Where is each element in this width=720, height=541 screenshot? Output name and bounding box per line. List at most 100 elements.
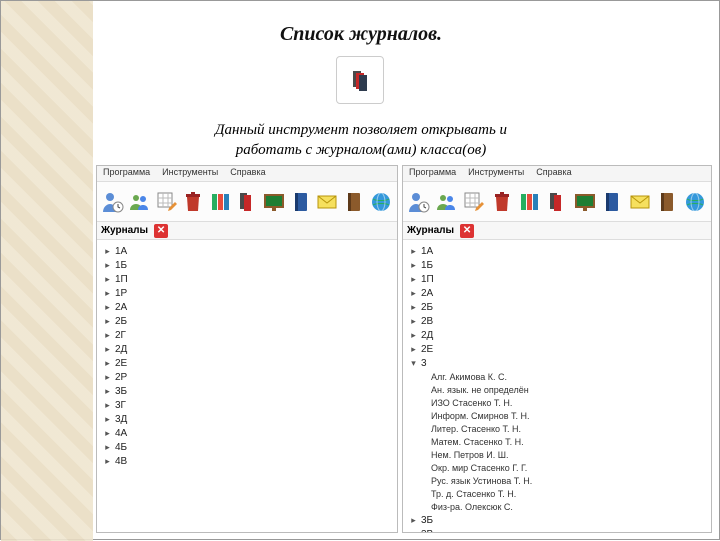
chevron-right-icon[interactable]: ▸ bbox=[103, 428, 112, 439]
chevron-right-icon[interactable]: ▸ bbox=[103, 456, 112, 467]
tree-node[interactable]: ▸3В bbox=[409, 527, 705, 532]
tree-leaf[interactable]: Ан. язык. не определён bbox=[431, 383, 705, 396]
journals-icon[interactable] bbox=[234, 187, 260, 217]
chevron-right-icon[interactable]: ▸ bbox=[409, 246, 418, 257]
tree-node[interactable]: ▸2В bbox=[409, 314, 705, 328]
tree-node[interactable]: ▸2Д bbox=[409, 328, 705, 342]
tree-node[interactable]: ▸1А bbox=[103, 244, 391, 258]
green-board-icon[interactable] bbox=[261, 187, 287, 217]
tree-leaf[interactable]: Матем. Стасенко Т. Н. bbox=[431, 435, 705, 448]
menu-program[interactable]: Программа bbox=[409, 167, 456, 180]
grid-pencil-icon[interactable] bbox=[154, 187, 180, 217]
chevron-right-icon[interactable]: ▸ bbox=[103, 414, 112, 425]
chevron-right-icon[interactable]: ▸ bbox=[103, 260, 112, 271]
chevron-right-icon[interactable]: ▸ bbox=[409, 274, 418, 285]
grid-pencil-icon[interactable] bbox=[461, 187, 488, 217]
tree-leaf[interactable]: Нем. Петров И. Ш. bbox=[431, 448, 705, 461]
chevron-right-icon[interactable]: ▸ bbox=[409, 344, 418, 355]
tree-node[interactable]: ▸1П bbox=[409, 272, 705, 286]
globe-icon[interactable] bbox=[681, 187, 708, 217]
chevron-right-icon[interactable]: ▸ bbox=[409, 260, 418, 271]
red-trash-icon[interactable] bbox=[489, 187, 516, 217]
menu-tools[interactable]: Инструменты bbox=[162, 167, 218, 180]
chevron-right-icon[interactable]: ▸ bbox=[103, 400, 112, 411]
close-icon[interactable]: ✕ bbox=[460, 224, 474, 238]
tree-node[interactable]: ▸2Е bbox=[103, 356, 391, 370]
close-icon[interactable]: ✕ bbox=[154, 224, 168, 238]
tree-node[interactable]: ▸2Д bbox=[103, 342, 391, 356]
books-icon[interactable] bbox=[516, 187, 543, 217]
chevron-right-icon[interactable]: ▸ bbox=[103, 442, 112, 453]
tree-node[interactable]: ▸3Г bbox=[103, 398, 391, 412]
tree-leaf[interactable]: Физ-ра. Олексюк С. bbox=[431, 500, 705, 513]
tree-node[interactable]: ▸2Б bbox=[409, 300, 705, 314]
red-trash-icon[interactable] bbox=[180, 187, 206, 217]
menu-help[interactable]: Справка bbox=[230, 167, 265, 180]
tree-node[interactable]: ▸2А bbox=[103, 300, 391, 314]
chevron-right-icon[interactable]: ▸ bbox=[103, 330, 112, 341]
tree-leaf[interactable]: Тр. д. Стасенко Т. Н. bbox=[431, 487, 705, 500]
menu-tools[interactable]: Инструменты bbox=[468, 167, 524, 180]
chevron-down-icon[interactable]: ▾ bbox=[409, 358, 418, 369]
chevron-right-icon[interactable]: ▸ bbox=[103, 316, 112, 327]
green-board-icon[interactable] bbox=[571, 187, 598, 217]
mail-icon[interactable] bbox=[626, 187, 653, 217]
brown-book-icon[interactable] bbox=[341, 187, 367, 217]
chevron-right-icon[interactable]: ▸ bbox=[409, 302, 418, 313]
tree-node[interactable]: ▸3Д bbox=[103, 412, 391, 426]
chevron-right-icon[interactable]: ▸ bbox=[409, 529, 418, 533]
tree-node-label: 2А bbox=[421, 288, 433, 299]
tree-leaf[interactable]: Литер. Стасенко Т. Н. bbox=[431, 422, 705, 435]
chevron-right-icon[interactable]: ▸ bbox=[103, 246, 112, 257]
tree-node[interactable]: ▸2Р bbox=[103, 370, 391, 384]
tree-node[interactable]: ▸4Б bbox=[103, 440, 391, 454]
tree-right[interactable]: ▸1А▸1Б▸1П▸2А▸2Б▸2В▸2Д▸2Е▾3Алг. Акимова К… bbox=[403, 240, 711, 532]
tree-node[interactable]: ▸1П bbox=[103, 272, 391, 286]
globe-icon[interactable] bbox=[368, 187, 394, 217]
tree-node[interactable]: ▸2А bbox=[409, 286, 705, 300]
chevron-right-icon[interactable]: ▸ bbox=[409, 515, 418, 526]
tree-node[interactable]: ▸1Б bbox=[409, 258, 705, 272]
tree-leaf[interactable]: Информ. Смирнов Т. Н. bbox=[431, 409, 705, 422]
tree-node[interactable]: ▸4А bbox=[103, 426, 391, 440]
tree-leaf[interactable]: Окр. мир Стасенко Г. Г. bbox=[431, 461, 705, 474]
tree-node[interactable]: ▸1Б bbox=[103, 258, 391, 272]
tree-node-label: 2Е bbox=[115, 358, 127, 369]
chevron-right-icon[interactable]: ▸ bbox=[409, 288, 418, 299]
tree-node[interactable]: ▸3Б bbox=[409, 513, 705, 527]
tree-node[interactable]: ▸1Р bbox=[103, 286, 391, 300]
tree-leaf[interactable]: Рус. язык Устинова Т. Н. bbox=[431, 474, 705, 487]
people-icon[interactable] bbox=[127, 187, 153, 217]
person-clock-icon[interactable] bbox=[100, 187, 126, 217]
chevron-right-icon[interactable]: ▸ bbox=[103, 386, 112, 397]
tree-leaf[interactable]: ИЗО Стасенко Т. Н. bbox=[431, 396, 705, 409]
tree-node[interactable]: ▸4В bbox=[103, 454, 391, 468]
brown-book-icon[interactable] bbox=[654, 187, 681, 217]
chevron-right-icon[interactable]: ▸ bbox=[409, 316, 418, 327]
journals-icon[interactable] bbox=[544, 187, 571, 217]
chevron-right-icon[interactable]: ▸ bbox=[103, 372, 112, 383]
books-icon[interactable] bbox=[207, 187, 233, 217]
chevron-right-icon[interactable]: ▸ bbox=[103, 358, 112, 369]
mail-icon[interactable] bbox=[315, 187, 341, 217]
tree-leaf[interactable]: Алг. Акимова К. С. bbox=[431, 370, 705, 383]
blue-book-icon[interactable] bbox=[288, 187, 314, 217]
tree-node[interactable]: ▾3 bbox=[409, 356, 705, 370]
chevron-right-icon[interactable]: ▸ bbox=[103, 274, 112, 285]
tree-node[interactable]: ▸2Е bbox=[409, 342, 705, 356]
tree-node[interactable]: ▸2Г bbox=[103, 328, 391, 342]
chevron-right-icon[interactable]: ▸ bbox=[409, 330, 418, 341]
chevron-right-icon[interactable]: ▸ bbox=[103, 288, 112, 299]
tree-node-label: 3Б bbox=[115, 386, 127, 397]
tree-node[interactable]: ▸1А bbox=[409, 244, 705, 258]
chevron-right-icon[interactable]: ▸ bbox=[103, 344, 112, 355]
people-icon[interactable] bbox=[434, 187, 461, 217]
tree-left[interactable]: ▸1А▸1Б▸1П▸1Р▸2А▸2Б▸2Г▸2Д▸2Е▸2Р▸3Б▸3Г▸3Д▸… bbox=[97, 240, 397, 532]
tree-node[interactable]: ▸3Б bbox=[103, 384, 391, 398]
person-clock-icon[interactable] bbox=[406, 187, 433, 217]
tree-node[interactable]: ▸2Б bbox=[103, 314, 391, 328]
menu-program[interactable]: Программа bbox=[103, 167, 150, 180]
chevron-right-icon[interactable]: ▸ bbox=[103, 302, 112, 313]
blue-book-icon[interactable] bbox=[599, 187, 626, 217]
menu-help[interactable]: Справка bbox=[536, 167, 571, 180]
